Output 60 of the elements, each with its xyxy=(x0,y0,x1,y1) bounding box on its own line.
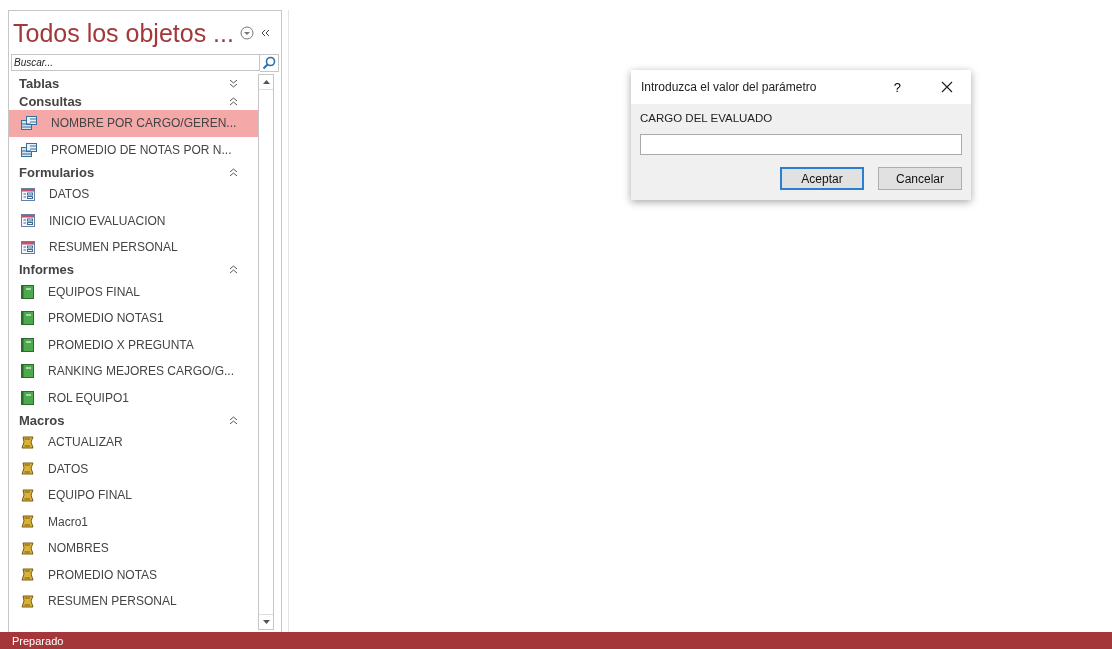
group-header[interactable]: Formularios xyxy=(9,163,258,181)
search-field[interactable]: Buscar... xyxy=(11,54,260,71)
cancel-button[interactable]: Cancelar xyxy=(878,167,962,190)
chevron-icon xyxy=(229,167,238,177)
form-icon xyxy=(21,240,35,254)
scroll-icon xyxy=(21,435,34,449)
object-item[interactable]: PROMEDIO X PREGUNTA xyxy=(9,331,258,358)
close-icon[interactable] xyxy=(941,81,953,93)
chevron-icon xyxy=(229,96,238,106)
object-item[interactable]: PROMEDIO NOTAS1 xyxy=(9,305,258,332)
object-item[interactable]: PROMEDIO NOTAS xyxy=(9,561,258,588)
object-item[interactable]: Macro1 xyxy=(9,508,258,535)
dialog-title: Introduzca el valor del parámetro xyxy=(641,80,818,94)
object-item[interactable]: ACTUALIZAR xyxy=(9,429,258,456)
scroll-icon xyxy=(21,541,34,555)
collapse-pane-icon[interactable] xyxy=(259,28,270,38)
report-icon xyxy=(21,311,34,326)
object-item[interactable]: PROMEDIO DE NOTAS POR N... xyxy=(9,136,258,163)
object-item[interactable]: NOMBRE POR CARGO/GEREN... xyxy=(9,110,258,137)
chevron-icon xyxy=(229,415,238,425)
object-item[interactable]: RESUMEN PERSONAL xyxy=(9,588,258,615)
object-item[interactable]: DATOS xyxy=(9,455,258,482)
group-header[interactable]: Informes xyxy=(9,260,258,279)
parameter-input[interactable] xyxy=(640,134,962,155)
report-icon xyxy=(21,337,34,352)
scroll-up-icon[interactable] xyxy=(262,80,270,84)
report-icon xyxy=(21,364,34,379)
scroll-icon xyxy=(21,515,34,529)
search-icon[interactable] xyxy=(260,54,279,72)
object-item[interactable]: RANKING MEJORES CARGO/G... xyxy=(9,358,258,385)
scroll-icon xyxy=(21,594,34,608)
object-item[interactable]: EQUIPOS FINAL xyxy=(9,278,258,305)
form-icon xyxy=(21,187,35,201)
help-button[interactable]: ? xyxy=(893,79,901,95)
report-icon xyxy=(21,390,34,405)
form-icon xyxy=(21,214,35,228)
group-header[interactable]: Consultas xyxy=(9,92,258,110)
pane-title: Todos los objetos ... xyxy=(13,18,234,48)
scroll-down-icon[interactable] xyxy=(262,620,270,624)
object-item[interactable]: DATOS xyxy=(9,181,258,208)
object-item[interactable]: RESUMEN PERSONAL xyxy=(9,234,258,261)
dropdown-icon[interactable] xyxy=(239,26,254,40)
object-item[interactable]: EQUIPO FINAL xyxy=(9,482,258,509)
query-icon xyxy=(21,116,37,131)
accept-button[interactable]: Aceptar xyxy=(780,167,864,190)
scrollbar[interactable] xyxy=(258,74,274,630)
report-icon xyxy=(21,284,34,299)
scroll-icon xyxy=(21,488,34,502)
object-item[interactable]: ROL EQUIPO1 xyxy=(9,384,258,411)
parameter-label: CARGO DEL EVALUADO xyxy=(640,112,774,124)
group-header[interactable]: Tablas xyxy=(9,74,258,92)
group-header[interactable]: Macros xyxy=(9,411,258,429)
status-text: Preparado xyxy=(12,634,64,647)
scroll-icon xyxy=(21,462,34,476)
chevron-icon xyxy=(229,265,238,274)
scroll-icon xyxy=(21,568,34,582)
object-item[interactable]: NOMBRES xyxy=(9,535,258,562)
chevron-icon xyxy=(229,78,238,88)
object-item[interactable]: INICIO EVALUACION xyxy=(9,207,258,234)
query-icon xyxy=(21,142,37,157)
